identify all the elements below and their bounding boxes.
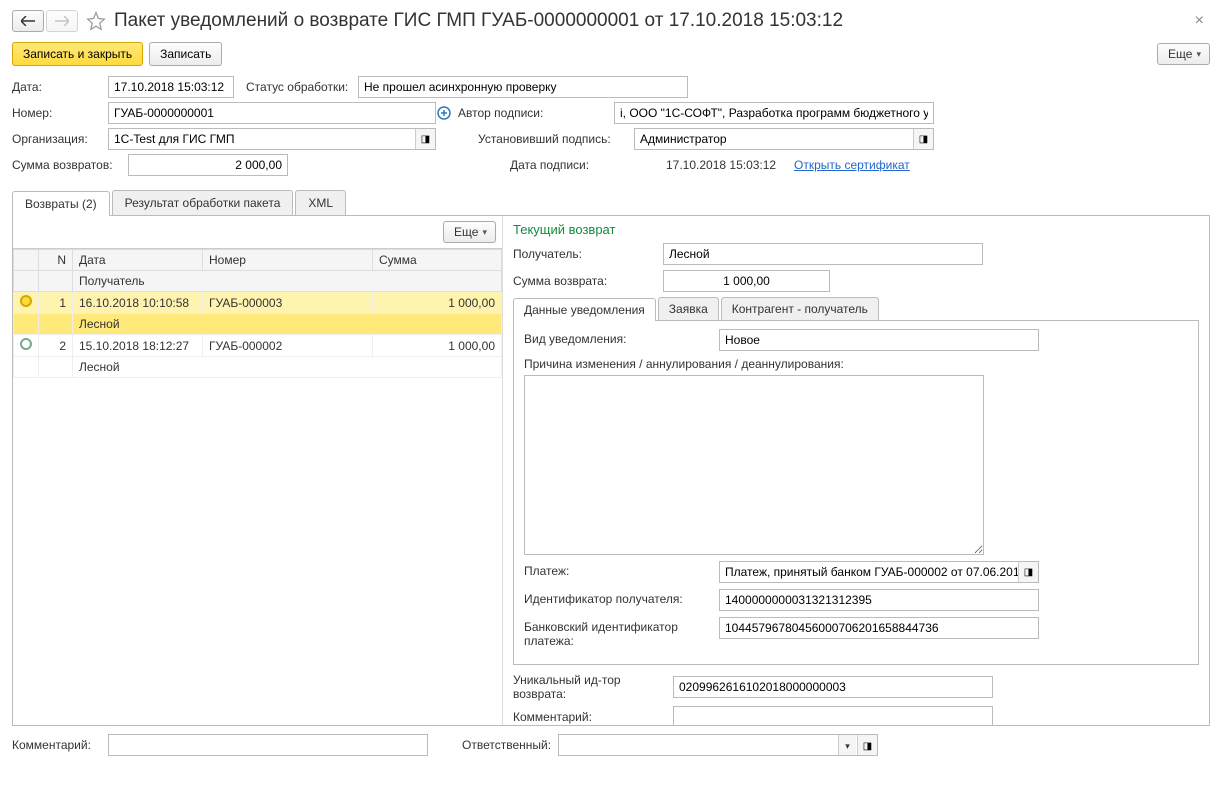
status-field[interactable] xyxy=(358,76,688,98)
sum-label: Сумма возвратов: xyxy=(12,158,128,172)
author-label: Автор подписи: xyxy=(458,106,614,120)
table-row[interactable]: 1 16.10.2018 10:10:58 ГУАБ-000003 1 000,… xyxy=(14,292,502,314)
col-date[interactable]: Дата xyxy=(73,250,203,271)
unique-id-label: Уникальный ид-тор возврата: xyxy=(513,673,673,701)
responsible-label: Ответственный: xyxy=(462,738,550,752)
org-label: Организация: xyxy=(12,132,108,146)
open-certificate-link[interactable]: Открыть сертификат xyxy=(794,158,910,172)
bank-id-label: Банковский идентификатор платежа: xyxy=(524,617,719,648)
recipient-id-label: Идентификатор получателя: xyxy=(524,589,719,606)
table-row[interactable]: Лесной xyxy=(14,357,502,378)
open-icon: ◨ xyxy=(421,134,430,145)
payment-open-button[interactable]: ◨ xyxy=(1018,562,1038,582)
nav-forward-button xyxy=(46,10,78,32)
save-button[interactable]: Записать xyxy=(149,42,222,66)
status-circle-icon xyxy=(20,338,32,350)
signer-label: Установивший подпись: xyxy=(478,132,634,146)
current-return-title: Текущий возврат xyxy=(513,222,1199,237)
reason-textarea[interactable] xyxy=(524,375,984,555)
returns-grid[interactable]: N Дата Номер Сумма Получатель xyxy=(13,248,502,725)
responsible-open-button[interactable]: ◨ xyxy=(857,735,877,755)
status-label: Статус обработки: xyxy=(246,80,358,94)
number-field[interactable] xyxy=(108,102,436,124)
sum-field xyxy=(128,154,288,176)
arrow-right-icon xyxy=(55,16,69,26)
tab-returns[interactable]: Возвраты (2) xyxy=(12,191,110,216)
sign-date-value: 17.10.2018 15:03:12 xyxy=(666,158,794,172)
col-n[interactable]: N xyxy=(39,250,73,271)
signature-icon xyxy=(436,105,452,121)
recipient-label: Получатель: xyxy=(513,247,663,261)
favorite-star-icon[interactable] xyxy=(86,11,106,31)
date-field[interactable] xyxy=(108,76,234,98)
payment-field[interactable] xyxy=(719,561,1039,583)
col-number[interactable]: Номер xyxy=(203,250,373,271)
recipient-field[interactable] xyxy=(663,243,983,265)
arrow-left-icon xyxy=(21,16,35,26)
grid-more-button[interactable]: Еще xyxy=(443,221,496,243)
comment-label: Комментарий: xyxy=(12,738,100,752)
open-icon: ◨ xyxy=(1024,567,1033,578)
tab-xml[interactable]: XML xyxy=(295,190,346,215)
responsible-dropdown-button[interactable] xyxy=(838,735,856,755)
nav-back-button[interactable] xyxy=(12,10,44,32)
signer-field[interactable] xyxy=(634,128,934,150)
author-field[interactable] xyxy=(614,102,934,124)
window-title: Пакет уведомлений о возврате ГИС ГМП ГУА… xyxy=(114,10,1189,32)
reason-label: Причина изменения / аннулирования / деан… xyxy=(524,357,844,371)
open-icon: ◨ xyxy=(863,741,872,752)
recipient-id-field[interactable] xyxy=(719,589,1039,611)
notification-type-label: Вид уведомления: xyxy=(524,329,719,346)
org-field[interactable] xyxy=(108,128,436,150)
detail-comment-field[interactable] xyxy=(673,706,993,725)
signer-open-button[interactable]: ◨ xyxy=(913,129,933,149)
detail-comment-label: Комментарий: xyxy=(513,710,673,724)
sign-date-label: Дата подписи: xyxy=(510,158,666,172)
comment-field[interactable] xyxy=(108,734,428,756)
bank-id-field[interactable] xyxy=(719,617,1039,639)
responsible-field[interactable] xyxy=(558,734,878,756)
return-sum-field[interactable] xyxy=(663,270,830,292)
more-menu-button[interactable]: Еще xyxy=(1157,43,1210,65)
notification-type-field[interactable] xyxy=(719,329,1039,351)
save-and-close-button[interactable]: Записать и закрыть xyxy=(12,42,143,66)
table-row[interactable]: 2 15.10.2018 18:12:27 ГУАБ-000002 1 000,… xyxy=(14,335,502,357)
col-recipient[interactable]: Получатель xyxy=(73,271,502,292)
col-sum[interactable]: Сумма xyxy=(373,250,502,271)
col-status[interactable] xyxy=(14,250,39,271)
org-open-button[interactable]: ◨ xyxy=(415,129,435,149)
status-circle-icon xyxy=(20,295,32,307)
tab-processing-result[interactable]: Результат обработки пакета xyxy=(112,190,294,215)
date-label: Дата: xyxy=(12,80,108,94)
table-row[interactable]: Лесной xyxy=(14,314,502,335)
unique-id-field[interactable] xyxy=(673,676,993,698)
open-icon: ◨ xyxy=(919,134,928,145)
inner-tab-notification-data[interactable]: Данные уведомления xyxy=(513,298,656,321)
payment-label: Платеж: xyxy=(524,561,719,578)
number-label: Номер: xyxy=(12,106,108,120)
close-button[interactable]: × xyxy=(1189,10,1210,32)
return-sum-label: Сумма возврата: xyxy=(513,274,663,288)
inner-tab-request[interactable]: Заявка xyxy=(658,297,719,320)
inner-tab-counterparty[interactable]: Контрагент - получатель xyxy=(721,297,879,320)
